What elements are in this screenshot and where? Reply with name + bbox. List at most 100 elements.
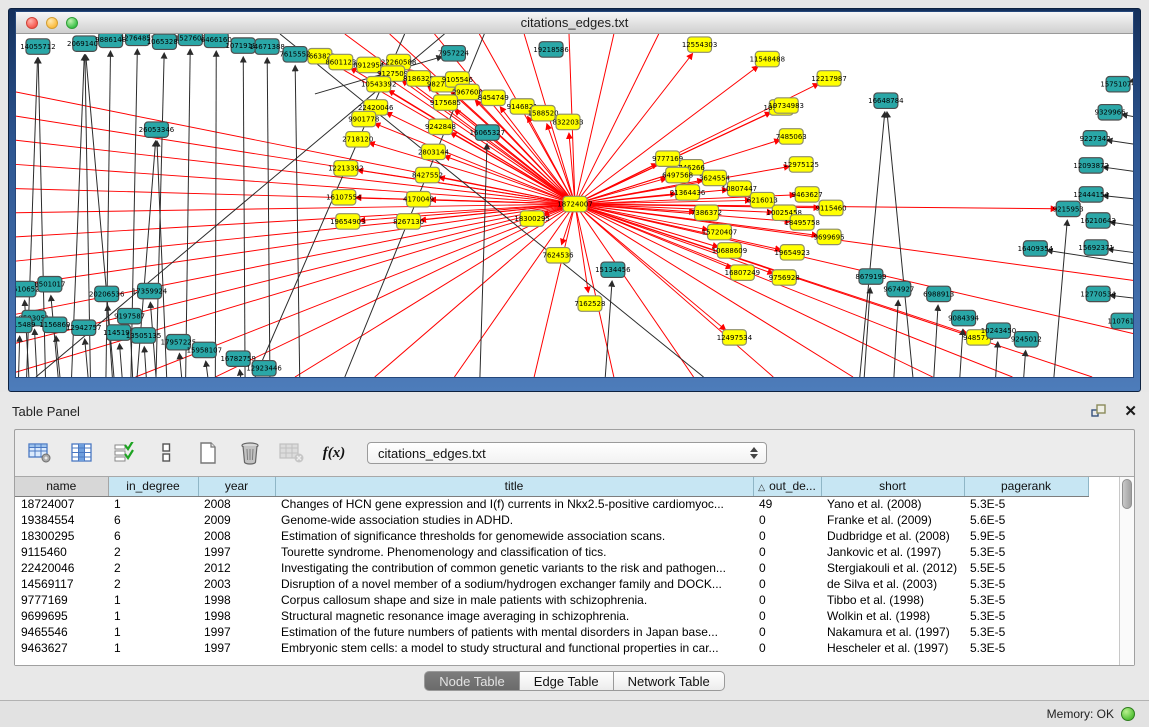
network-node[interactable]: 2803144 [418, 144, 449, 159]
table-row[interactable]: 946554611997Estimation of the future num… [15, 624, 1088, 640]
network-node[interactable]: 18495758 [784, 215, 819, 230]
network-node[interactable]: 20206536 [89, 286, 124, 301]
column-header-in-degree[interactable]: in_degree [108, 477, 198, 496]
network-node[interactable]: 16065327 [470, 125, 505, 140]
table-row[interactable]: 2242004622012Investigating the contribut… [15, 560, 1088, 576]
network-node[interactable]: 19654903 [330, 214, 365, 229]
network-node[interactable]: 9674927 [883, 281, 914, 296]
select-rows-icon[interactable] [111, 441, 137, 465]
network-node[interactable]: 7957224 [438, 46, 469, 61]
network-node[interactable]: 15958107 [187, 342, 222, 357]
network-node[interactable]: 12554303 [682, 37, 717, 52]
float-panel-icon[interactable] [1086, 399, 1112, 423]
network-node[interactable]: 4170049 [403, 191, 434, 206]
network-node[interactable]: 9227342 [1080, 131, 1111, 146]
network-node[interactable]: 12942757 [66, 320, 101, 335]
network-node[interactable]: 19654923 [774, 245, 809, 260]
network-node[interactable]: 8267130 [393, 214, 424, 229]
network-node[interactable]: 9699695 [814, 229, 845, 244]
column-header-year[interactable]: year [198, 477, 275, 496]
table-row[interactable]: 1830029562008Estimation of significance … [15, 528, 1088, 544]
network-node[interactable]: 2718120 [342, 132, 373, 147]
network-node[interactable]: 17359924 [132, 283, 167, 298]
table-row[interactable]: 969969511998Structural magnetic resonanc… [15, 608, 1088, 624]
column-header-out-de-[interactable]: △out_de... [753, 477, 821, 496]
network-node[interactable]: 1107610 [1108, 313, 1133, 328]
network-node[interactable]: 8679199 [855, 269, 886, 284]
network-node[interactable]: 15751074 [1100, 77, 1133, 92]
network-node[interactable]: 9175685 [430, 95, 461, 110]
network-node[interactable]: 7485063 [776, 129, 807, 144]
table-scrollbar-thumb[interactable] [1122, 479, 1132, 509]
function-builder-icon[interactable]: f(x) [321, 441, 347, 465]
network-node[interactable]: 9084394 [948, 310, 979, 325]
network-node[interactable]: 16409354 [1018, 241, 1053, 256]
table-row[interactable]: 911546021997Tourette syndrome. Phenomeno… [15, 544, 1088, 560]
network-node[interactable]: 8601123 [325, 54, 356, 69]
network-node[interactable]: 12217987 [811, 71, 846, 86]
network-canvas[interactable]: 1872400776638228601123891295422260588912… [16, 34, 1133, 377]
network-node[interactable]: 16807249 [725, 265, 760, 280]
network-view-window[interactable]: citations_edges.txt 18724007766382286011… [8, 8, 1141, 392]
table-row[interactable]: 946362711997Embryonic stem cells: a mode… [15, 640, 1088, 656]
network-node[interactable]: 7624536 [543, 248, 574, 263]
network-node[interactable]: 3624554 [699, 170, 730, 185]
network-window-titlebar[interactable]: citations_edges.txt [16, 12, 1133, 34]
network-node[interactable]: 9115460 [816, 200, 847, 215]
network-node[interactable]: 16210643 [1080, 213, 1115, 228]
network-node[interactable]: 9242848 [425, 119, 456, 134]
table-row[interactable]: 1456911722003Disruption of a novel membe… [15, 576, 1088, 592]
network-node[interactable]: 7162528 [574, 296, 605, 311]
network-node[interactable]: 9756928 [769, 270, 800, 285]
network-node[interactable]: 15134456 [595, 262, 630, 277]
tab-edge-table[interactable]: Edge Table [520, 671, 614, 691]
network-node[interactable]: 6988913 [923, 286, 954, 301]
table-mode-icon[interactable] [153, 441, 179, 465]
tab-network-table[interactable]: Network Table [614, 671, 725, 691]
column-header-name[interactable]: name [15, 477, 108, 496]
create-column-icon[interactable] [195, 441, 221, 465]
network-node[interactable]: 8427552 [412, 167, 443, 182]
network-node[interactable]: 19218586 [533, 42, 568, 57]
network-node[interactable]: 21364436 [670, 185, 705, 200]
column-header-pagerank[interactable]: pagerank [964, 477, 1088, 496]
network-node[interactable]: 26053346 [139, 122, 174, 137]
network-node[interactable]: 10543392 [361, 77, 396, 92]
table-row[interactable]: 1872400712008Changes of HCN gene express… [15, 496, 1088, 512]
network-node[interactable]: 12213392 [328, 161, 363, 176]
delete-columns-icon[interactable] [237, 441, 263, 465]
network-node[interactable]: 15692371 [1078, 240, 1113, 255]
network-node[interactable]: 7615552 [279, 47, 310, 62]
show-columns-icon[interactable] [69, 441, 95, 465]
network-node[interactable]: 15720407 [702, 224, 737, 239]
table-row[interactable]: 977716911998Corpus callosum shape and si… [15, 592, 1088, 608]
delete-table-icon[interactable] [279, 441, 305, 465]
network-node[interactable]: 9245012 [1011, 332, 1042, 347]
network-node[interactable]: 16648784 [868, 93, 903, 108]
network-node[interactable]: 12093872 [1073, 158, 1108, 173]
network-node[interactable]: 9197587 [114, 308, 145, 323]
network-node[interactable]: 11548488 [750, 51, 785, 66]
network-node[interactable]: 9215953 [1053, 201, 1084, 216]
network-node[interactable]: 9329966 [1095, 105, 1126, 120]
network-node[interactable]: 16107554 [326, 190, 361, 205]
network-node[interactable]: 14055712 [20, 39, 55, 54]
network-node[interactable]: 12770534 [1080, 286, 1115, 301]
table-options-icon[interactable] [27, 441, 53, 465]
close-panel-icon[interactable]: ✕ [1124, 404, 1137, 419]
network-node[interactable]: 7386372 [691, 205, 722, 220]
network-node[interactable]: 12975125 [783, 157, 818, 172]
table-scrollbar[interactable] [1119, 477, 1134, 665]
network-node[interactable]: 6497568 [662, 167, 693, 182]
network-node[interactable]: 10688609 [712, 243, 747, 258]
network-node[interactable]: 18724007 [557, 196, 592, 211]
network-node[interactable]: 8454749 [478, 90, 509, 105]
column-header-title[interactable]: title [275, 477, 753, 496]
tab-node-table[interactable]: Node Table [424, 671, 520, 691]
network-node[interactable]: 18300295 [514, 211, 549, 226]
table-row[interactable]: 1938455462009Genome-wide association stu… [15, 512, 1088, 528]
network-node[interactable]: 12444154 [1073, 187, 1108, 202]
network-node[interactable]: 8322033 [553, 114, 584, 129]
network-node[interactable]: 9901778 [348, 111, 379, 126]
table-selector-dropdown[interactable]: citations_edges.txt [367, 442, 767, 464]
